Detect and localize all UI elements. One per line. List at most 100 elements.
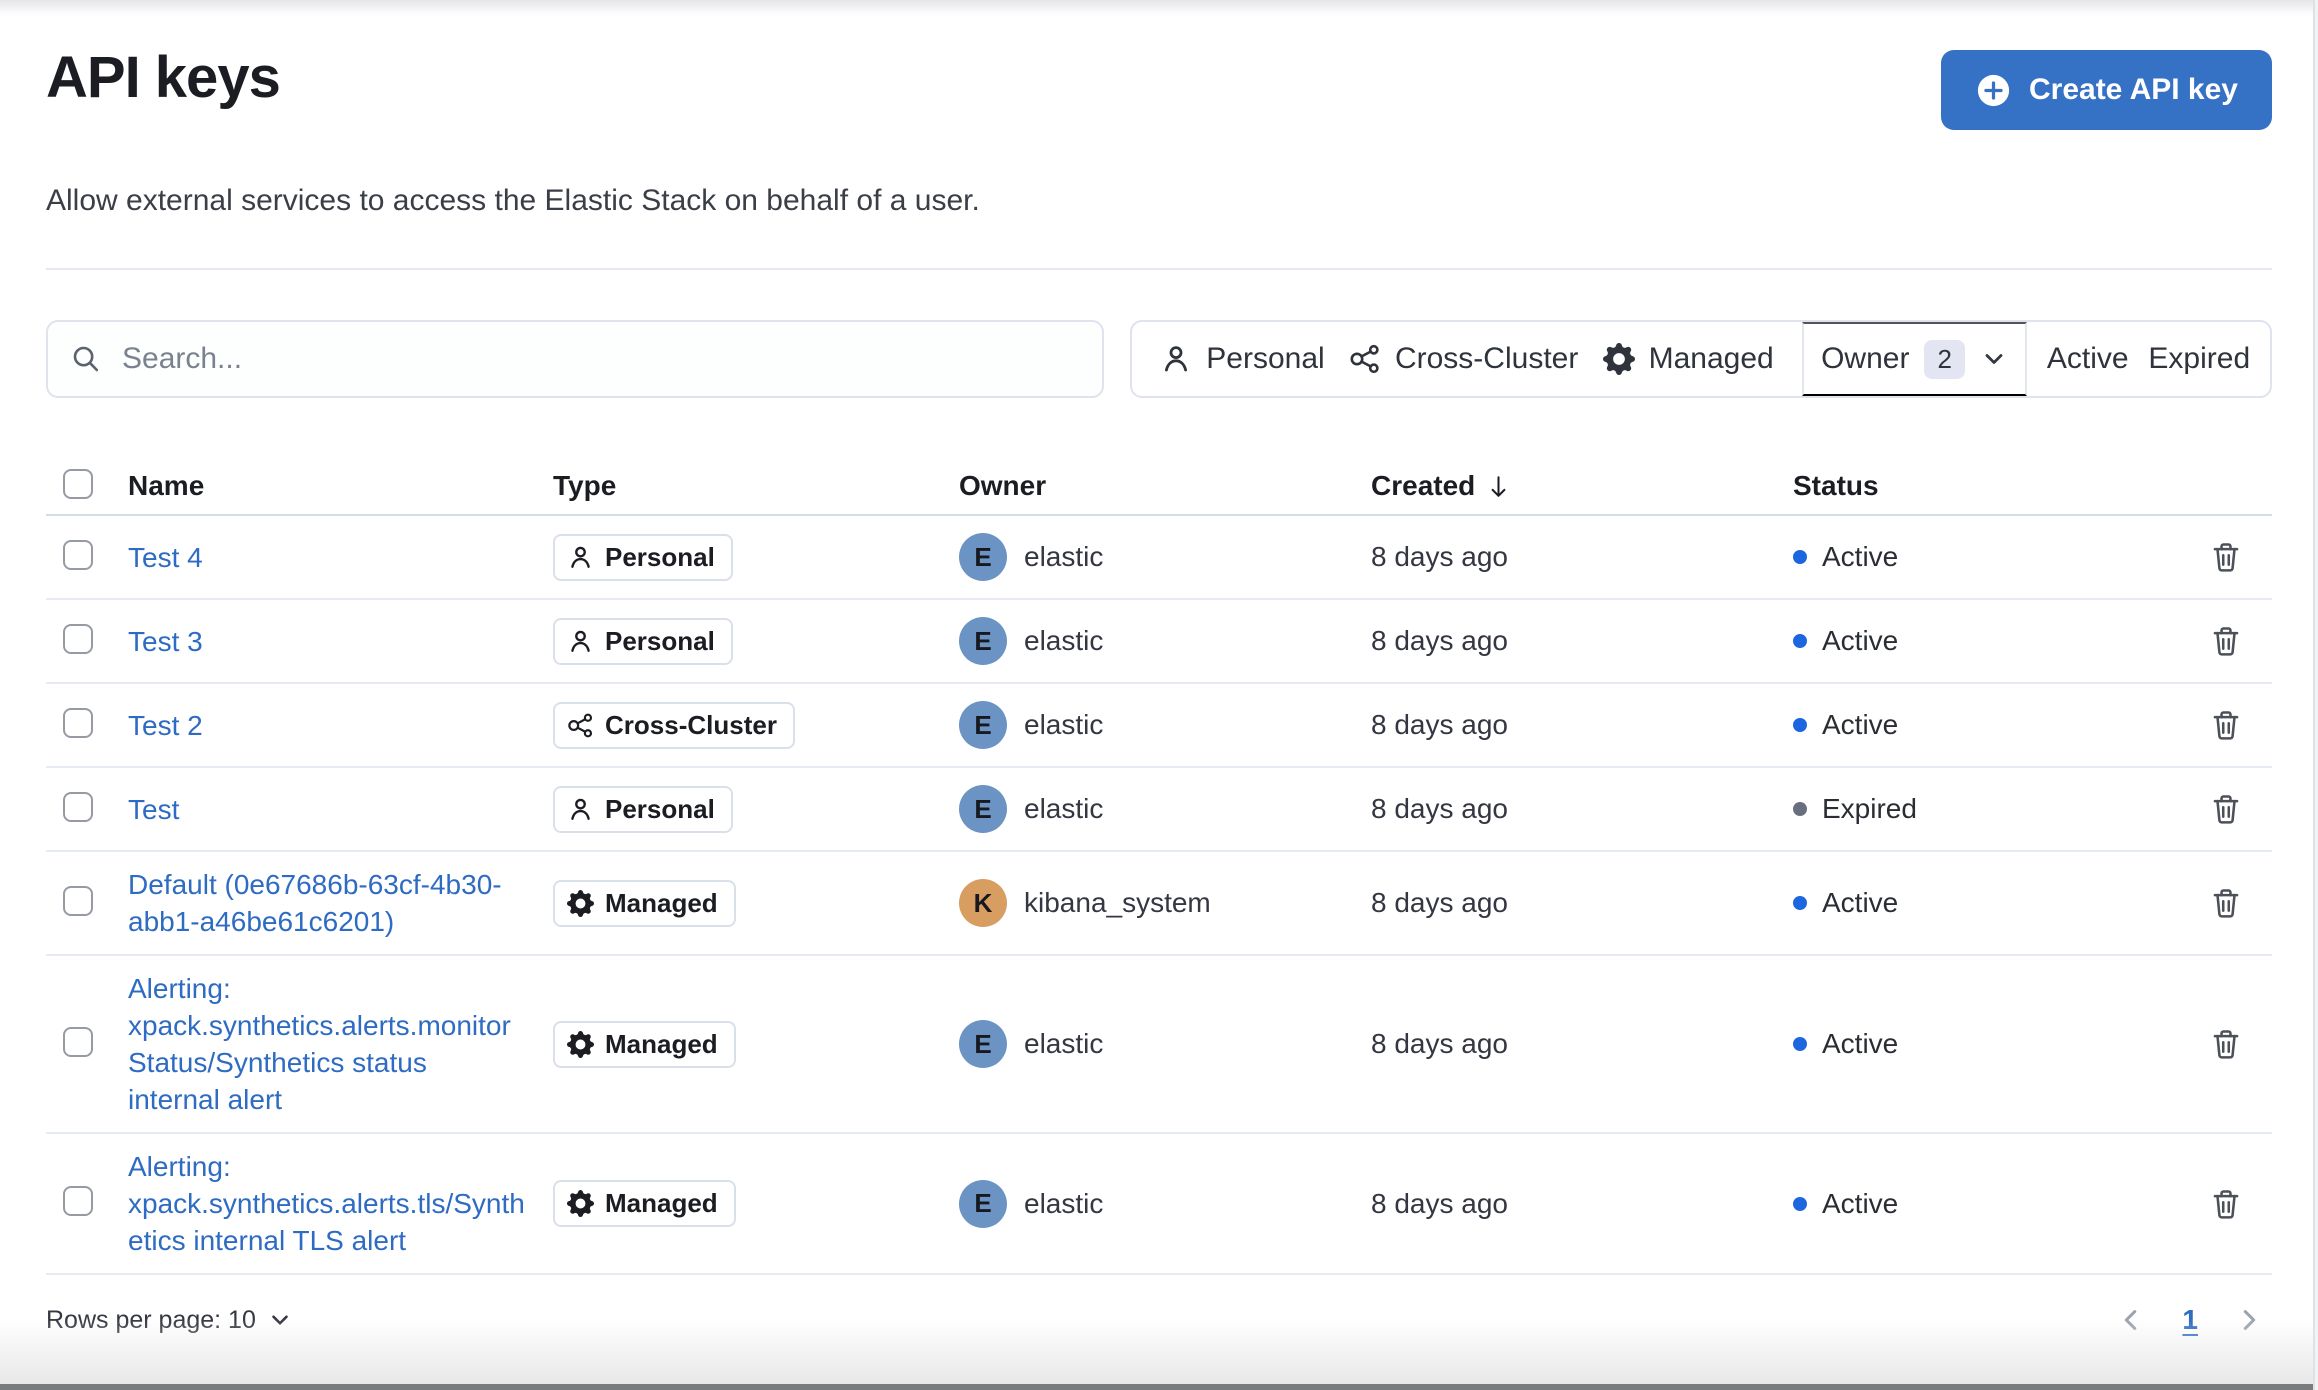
- type-badge: Personal: [553, 533, 733, 581]
- avatar: E: [959, 1179, 1007, 1228]
- type-badge: Managed: [553, 1180, 736, 1227]
- row-checkbox[interactable]: [63, 539, 93, 570]
- owner-filter-count-badge: 2: [1924, 339, 1965, 379]
- owner-name: elastic: [1024, 1187, 1104, 1219]
- next-page-button[interactable]: [2234, 1305, 2264, 1335]
- trash-icon: [2209, 708, 2243, 742]
- type-filter-section: Personal Cross-Cluster Managed: [1132, 322, 1802, 396]
- api-key-name-link[interactable]: Test 3: [128, 609, 525, 674]
- api-key-name-link[interactable]: Alerting: xpack.synthetics.alerts.monito…: [128, 956, 525, 1132]
- filter-cross-cluster-button[interactable]: Cross-Cluster: [1349, 342, 1578, 376]
- filter-managed-label: Managed: [1648, 342, 1774, 375]
- plus-in-circle-icon: [1975, 72, 2012, 109]
- api-key-name-link[interactable]: Test 4: [128, 525, 525, 590]
- trash-icon: [2209, 1187, 2243, 1221]
- trash-icon: [2209, 792, 2243, 826]
- type-badge: Managed: [553, 1020, 736, 1068]
- chevron-down-icon: [1980, 345, 2008, 373]
- delete-api-key-button[interactable]: [2203, 1181, 2249, 1227]
- search-box[interactable]: [46, 320, 1104, 398]
- search-input[interactable]: [120, 341, 1080, 377]
- type-badge-label: Managed: [605, 1028, 718, 1059]
- toolbar: Personal Cross-Cluster Managed Owner 2: [46, 320, 2272, 398]
- sort-desc-arrow-icon: [1485, 473, 1512, 500]
- page-number-1[interactable]: 1: [2182, 1304, 2198, 1336]
- filter-expired-button[interactable]: Expired: [2148, 342, 2250, 376]
- owner-filter-dropdown[interactable]: Owner 2: [1802, 322, 2027, 396]
- trash-icon: [2209, 1027, 2243, 1061]
- owner-name: elastic: [1024, 541, 1104, 572]
- row-checkbox[interactable]: [63, 707, 93, 738]
- table-row: Alerting: xpack.synthetics.alerts.monito…: [46, 956, 2272, 1134]
- owner-name: kibana_system: [1024, 887, 1211, 918]
- filter-personal-button[interactable]: Personal: [1160, 342, 1325, 376]
- created-cell: 8 days ago: [1371, 887, 1508, 918]
- cluster-icon: [1349, 343, 1381, 375]
- page-subtitle: Allow external services to access the El…: [46, 184, 980, 217]
- created-cell: 8 days ago: [1371, 709, 1508, 740]
- owner-name: elastic: [1024, 1028, 1104, 1059]
- delete-api-key-button[interactable]: [2203, 618, 2249, 664]
- table-header: Name Type Owner Created Status: [46, 458, 2272, 516]
- column-header-name[interactable]: Name: [112, 470, 543, 502]
- row-checkbox[interactable]: [63, 1186, 93, 1216]
- chevron-down-icon: [267, 1307, 293, 1333]
- avatar: E: [959, 785, 1007, 833]
- table-row: Test 2 Cross-Cluster E elastic 8 days ag…: [46, 684, 2272, 768]
- scrollbar-gutter[interactable]: [2313, 0, 2318, 1390]
- previous-page-button[interactable]: [2116, 1305, 2146, 1335]
- status-label: Active: [1822, 1187, 1899, 1219]
- api-key-name-link[interactable]: Test 2: [128, 693, 525, 758]
- status-dot: [1793, 896, 1807, 910]
- trash-icon: [2209, 624, 2243, 658]
- status-label: Active: [1822, 709, 1899, 740]
- status-filter-section: Active Expired: [2027, 322, 2270, 396]
- cluster-icon: [567, 712, 594, 739]
- type-badge-label: Personal: [605, 793, 715, 824]
- api-keys-page: API keys Create API key Allow external s…: [0, 0, 2318, 1351]
- type-badge-label: Personal: [605, 541, 715, 572]
- row-checkbox[interactable]: [63, 885, 93, 916]
- column-header-type[interactable]: Type: [543, 470, 945, 502]
- bottom-edge-bar: [0, 1384, 2318, 1390]
- delete-api-key-button[interactable]: [2203, 702, 2249, 748]
- row-checkbox[interactable]: [63, 1026, 93, 1057]
- delete-api-key-button[interactable]: [2203, 1021, 2249, 1067]
- page-header: API keys Create API key: [46, 0, 2272, 130]
- column-header-owner[interactable]: Owner: [945, 470, 1355, 502]
- type-badge-label: Managed: [605, 887, 718, 918]
- owner-name: elastic: [1024, 625, 1104, 656]
- trash-icon: [2209, 540, 2243, 574]
- user-icon: [567, 796, 594, 823]
- filter-active-button[interactable]: Active: [2047, 342, 2129, 376]
- api-key-name-link[interactable]: Alerting: xpack.synthetics.alerts.tls/Sy…: [128, 1134, 525, 1273]
- owner-filter-label: Owner: [1821, 342, 1910, 375]
- create-api-key-button[interactable]: Create API key: [1940, 50, 2272, 130]
- delete-api-key-button[interactable]: [2203, 786, 2249, 832]
- status-label: Active: [1822, 541, 1899, 572]
- delete-api-key-button[interactable]: [2203, 534, 2249, 580]
- owner-name: elastic: [1024, 793, 1104, 824]
- row-checkbox[interactable]: [63, 791, 93, 822]
- select-all-checkbox[interactable]: [63, 468, 93, 499]
- status-dot: [1793, 634, 1807, 648]
- created-cell: 8 days ago: [1371, 541, 1508, 572]
- status-label: Active: [1822, 625, 1899, 656]
- column-header-status[interactable]: Status: [1777, 470, 2179, 502]
- column-header-created[interactable]: Created: [1371, 470, 1777, 502]
- status-dot: [1793, 1037, 1807, 1051]
- filter-active-label: Active: [2046, 342, 2129, 375]
- top-shadow: [0, 0, 2318, 18]
- filter-cross-cluster-label: Cross-Cluster: [1394, 342, 1579, 375]
- rows-per-page-button[interactable]: Rows per page: 10: [46, 1306, 293, 1335]
- row-checkbox[interactable]: [63, 623, 93, 654]
- chevron-right-icon: [2234, 1305, 2264, 1335]
- trash-icon: [2209, 886, 2243, 920]
- filter-managed-button[interactable]: Managed: [1603, 342, 1774, 376]
- table-row: Default (0e67686b-63cf-4b30-abb1-a46be61…: [46, 852, 2272, 956]
- table-row: Test 3 Personal E elastic 8 days ago Act…: [46, 600, 2272, 684]
- delete-api-key-button[interactable]: [2203, 880, 2249, 926]
- api-key-name-link[interactable]: Test: [128, 777, 525, 842]
- avatar: E: [959, 617, 1007, 665]
- api-key-name-link[interactable]: Default (0e67686b-63cf-4b30-abb1-a46be61…: [128, 852, 525, 954]
